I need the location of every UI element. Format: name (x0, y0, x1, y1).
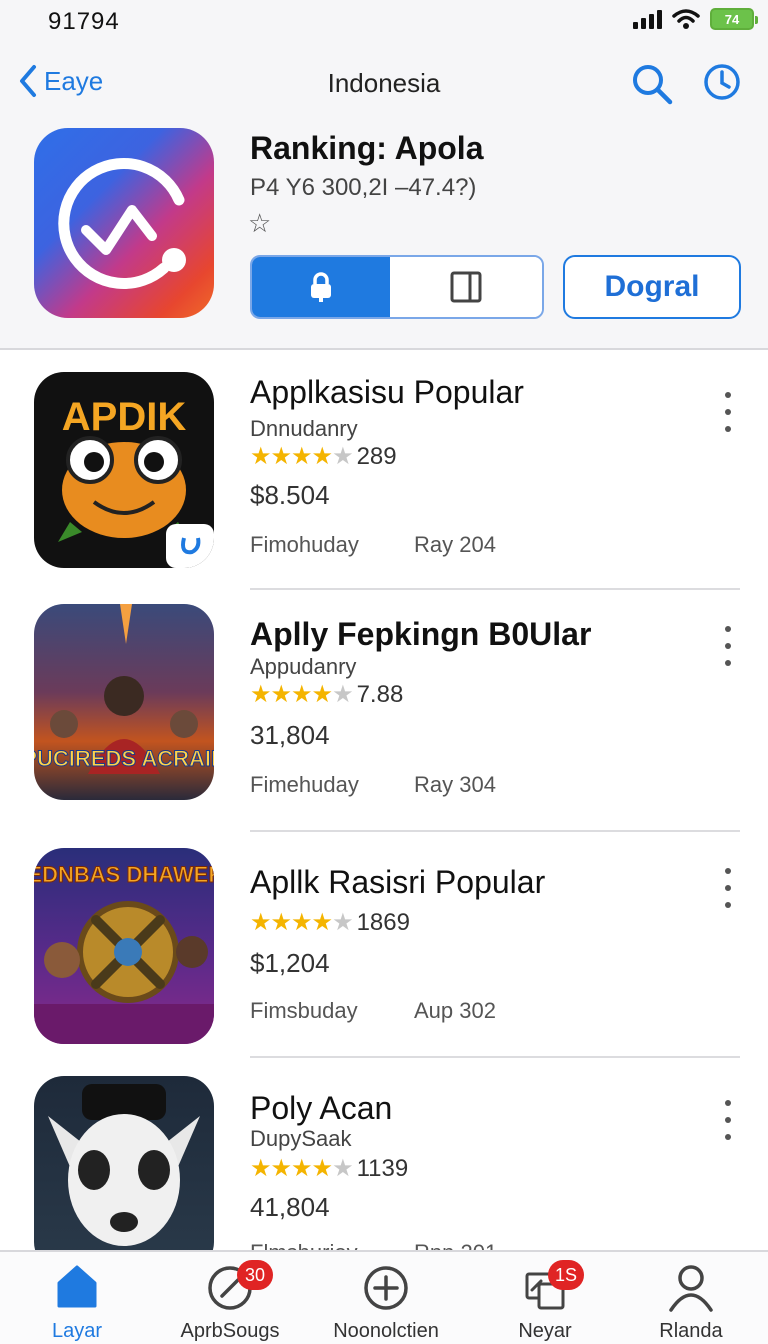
signal-icon (633, 9, 662, 29)
history-button[interactable] (702, 62, 742, 107)
hero-title: Ranking: Apola (250, 130, 484, 166)
app-name: Applkasisu Popular (250, 374, 524, 410)
battery-level: 74 (724, 11, 740, 27)
medallion-logo-icon: MEDNBAS DHAWEKS (34, 862, 214, 1044)
app-price: $8.504 (250, 480, 330, 510)
tablet-icon (450, 271, 482, 303)
tab-label: Neyar (518, 1320, 572, 1342)
app-icon[interactable]: APDIK (34, 372, 214, 568)
back-button[interactable]: Eaye (18, 64, 103, 98)
app-meta-info: Ray 204 (414, 532, 496, 557)
tab-layar[interactable]: Layar (2, 1252, 152, 1344)
app-meta-info: Ray 304 (414, 772, 496, 797)
more-options-icon[interactable] (716, 868, 740, 908)
tab-bar: Layar 30 AprbSougs Noonolctien 1S Neyar … (0, 1250, 768, 1344)
chart-logo-icon (58, 157, 186, 289)
list-item[interactable]: APUCIREDS ACRAINS Aplly Fepkingn B0Ular … (0, 592, 768, 834)
status-icons: 74 (633, 8, 758, 30)
divider (250, 1056, 740, 1058)
segment-lock[interactable] (252, 257, 390, 317)
rating-stars: ★★★★★ (250, 443, 354, 470)
list-item[interactable]: Poly Acan DupySaak ★★★★★ 1139 41,804 Flm… (0, 1060, 768, 1250)
app-meta-date: Fimsbuday (250, 998, 358, 1023)
divider (250, 588, 740, 590)
app-list: APDIK Applkasisu Popular Dnnudanry ★★★★★… (0, 352, 768, 1250)
header: Eaye Indonesia Ranking: Apola P4 Y6 300,… (0, 44, 768, 350)
divider (250, 830, 740, 832)
rating-stars: ★★★★★ (250, 681, 354, 708)
app-developer: Dnnudanry (250, 416, 358, 441)
wifi-icon (672, 9, 700, 29)
app-icon-text: APDIK (62, 395, 187, 439)
app-meta-date: Fimohuday (250, 532, 359, 557)
app-name: Aplly Fepkingn B0Ular (250, 616, 592, 652)
favorite-star-icon[interactable]: ☆ (248, 208, 271, 239)
more-options-icon[interactable] (716, 1100, 740, 1140)
hero-app-icon[interactable] (34, 128, 214, 318)
app-meta-date: Flmshuriov (250, 1240, 358, 1250)
status-time: 91794 (48, 8, 120, 35)
clock-icon (704, 64, 740, 100)
app-rating: ★★★★★ 289 (250, 442, 397, 471)
segment-tablet[interactable] (390, 257, 542, 317)
app-developer: DupySaak (250, 1126, 352, 1151)
status-bar: 91794 74 (0, 0, 768, 44)
tab-label: Noonolctien (333, 1320, 439, 1342)
app-icon[interactable]: MEDNBAS DHAWEKS (34, 848, 214, 1044)
app-icon-text: MEDNBAS DHAWEKS (34, 862, 214, 887)
lock-icon (311, 272, 331, 302)
app-rating: ★★★★★ 7.88 (250, 680, 403, 709)
battery-icon: 74 (710, 8, 758, 30)
app-price: 31,804 (250, 720, 330, 750)
tab-label: Layar (51, 1320, 103, 1342)
dog-logo-icon (48, 1084, 200, 1246)
chevron-left-icon (20, 65, 36, 97)
critter-logo-icon: APDIK (58, 395, 214, 568)
tab-profile[interactable]: Rlanda (616, 1252, 766, 1344)
rating-count: 1869 (356, 908, 410, 936)
tab-label: Rlanda (659, 1320, 723, 1342)
app-meta-info: Rnn 201 (414, 1240, 497, 1250)
tab-notifications[interactable]: Noonolctien (311, 1252, 461, 1344)
list-item[interactable]: APDIK Applkasisu Popular Dnnudanry ★★★★★… (0, 352, 768, 592)
app-icon[interactable] (34, 1076, 214, 1250)
tab-apps[interactable]: 30 AprbSougs (155, 1252, 305, 1344)
more-options-icon[interactable] (716, 626, 740, 666)
tab-updates[interactable]: 1S Neyar (470, 1252, 620, 1344)
search-button[interactable] (630, 62, 674, 111)
rating-count: 1139 (356, 1154, 409, 1182)
segmented-control (250, 255, 544, 319)
rating-stars: ★★★★★ (250, 909, 354, 936)
hero-subtitle: P4 Y6 300,2І –47.4?) (250, 174, 477, 201)
tab-label: AprbSougs (180, 1320, 280, 1342)
notification-badge: 30 (237, 1260, 273, 1290)
search-icon (633, 65, 673, 105)
rating-stars: ★★★★★ (250, 1155, 354, 1182)
person-icon (669, 1265, 713, 1312)
app-price: $1,204 (250, 948, 330, 978)
list-item[interactable]: MEDNBAS DHAWEKS Apllk Rasisri Popular ★★… (0, 834, 768, 1060)
heroes-logo-icon: APUCIREDS ACRAINS (34, 604, 214, 774)
app-developer: Appudanry (250, 654, 357, 679)
app-rating: ★★★★★ 1139 (250, 1154, 408, 1183)
app-price: 41,804 (250, 1192, 330, 1222)
rating-count: 7.88 (356, 680, 404, 708)
app-name: Poly Acan (250, 1090, 393, 1126)
more-options-icon[interactable] (716, 392, 740, 432)
notification-badge: 1S (548, 1260, 584, 1290)
app-icon-text: APUCIREDS ACRAINS (34, 746, 214, 771)
app-rating: ★★★★★ 1869 (250, 908, 410, 937)
app-meta-date: Fimehuday (250, 772, 359, 797)
plus-circle-icon (364, 1266, 408, 1310)
rating-count: 289 (356, 442, 397, 470)
home-icon (57, 1265, 97, 1308)
get-button[interactable]: Dogral (563, 255, 741, 319)
app-icon[interactable]: APUCIREDS ACRAINS (34, 604, 214, 800)
app-meta-info: Aup 302 (414, 998, 496, 1023)
app-name: Apllk Rasisri Popular (250, 864, 546, 900)
back-label: Eaye (44, 65, 104, 96)
